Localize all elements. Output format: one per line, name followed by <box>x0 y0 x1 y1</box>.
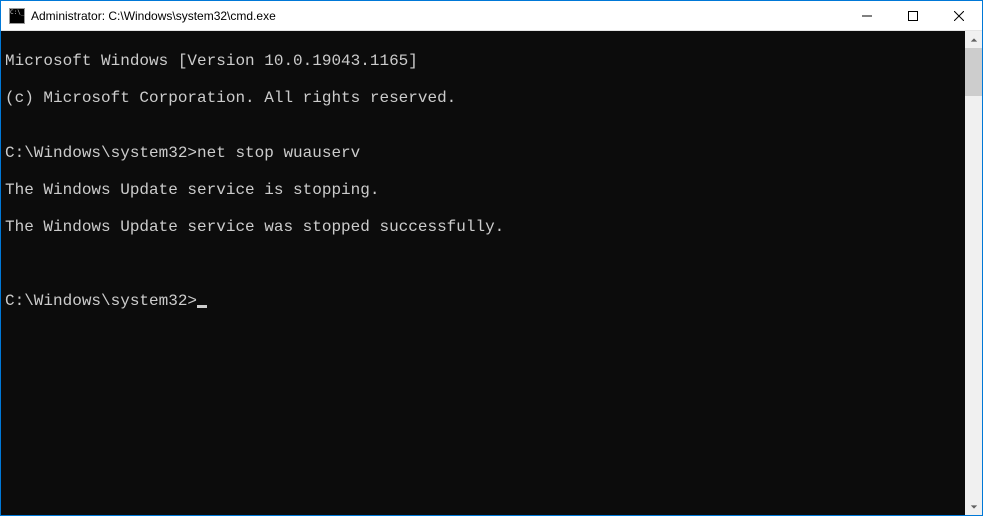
cmd-icon <box>9 8 25 24</box>
terminal-prompt: C:\Windows\system32> <box>5 292 197 310</box>
terminal-line: The Windows Update service was stopped s… <box>5 218 965 237</box>
chevron-down-icon <box>970 503 978 511</box>
scroll-up-button[interactable] <box>965 31 982 48</box>
window-title: Administrator: C:\Windows\system32\cmd.e… <box>31 9 844 23</box>
content-area: Microsoft Windows [Version 10.0.19043.11… <box>1 31 982 515</box>
terminal[interactable]: Microsoft Windows [Version 10.0.19043.11… <box>1 31 965 515</box>
scroll-thumb[interactable] <box>965 48 982 96</box>
close-button[interactable] <box>936 1 982 30</box>
scroll-track[interactable] <box>965 48 982 498</box>
maximize-button[interactable] <box>890 1 936 30</box>
minimize-icon <box>862 11 872 21</box>
chevron-up-icon <box>970 36 978 44</box>
window-controls <box>844 1 982 30</box>
cursor-icon <box>197 305 207 308</box>
terminal-line: C:\Windows\system32>net stop wuauserv <box>5 144 965 163</box>
scroll-down-button[interactable] <box>965 498 982 515</box>
terminal-line: (c) Microsoft Corporation. All rights re… <box>5 89 965 108</box>
terminal-line: Microsoft Windows [Version 10.0.19043.11… <box>5 52 965 71</box>
maximize-icon <box>908 11 918 21</box>
window: Administrator: C:\Windows\system32\cmd.e… <box>0 0 983 516</box>
terminal-line: The Windows Update service is stopping. <box>5 181 965 200</box>
close-icon <box>954 11 964 21</box>
minimize-button[interactable] <box>844 1 890 30</box>
titlebar[interactable]: Administrator: C:\Windows\system32\cmd.e… <box>1 1 982 31</box>
scrollbar[interactable] <box>965 31 982 515</box>
terminal-prompt-line: C:\Windows\system32> <box>5 292 965 311</box>
